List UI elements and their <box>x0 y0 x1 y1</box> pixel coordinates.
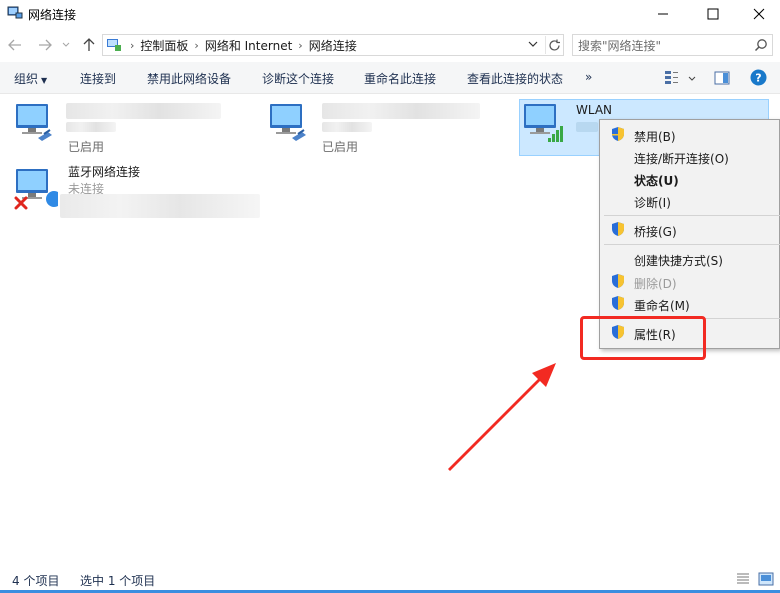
red-arrow-icon <box>448 363 556 471</box>
change-view-icon[interactable] <box>664 70 682 86</box>
network-name: 蓝牙网络连接 <box>68 165 141 179</box>
blurred-adapter-name <box>66 122 116 132</box>
connect-to-button[interactable]: 连接到 <box>80 70 116 87</box>
shield-icon <box>612 222 624 236</box>
rename-button[interactable]: 重命名此连接 <box>364 70 436 87</box>
preview-pane-icon[interactable] <box>714 71 730 85</box>
large-icons-view-icon[interactable] <box>758 572 774 586</box>
diagnose-button[interactable]: 诊断这个连接 <box>262 70 334 87</box>
up-button[interactable] <box>80 36 98 54</box>
blurred-adapter-name <box>576 122 598 132</box>
menu-item-bridge[interactable]: 桥接(G) <box>634 223 677 240</box>
help-icon[interactable]: ? <box>750 69 767 86</box>
menu-item-disable[interactable]: 禁用(B) <box>634 128 676 145</box>
view-status-button[interactable]: 查看此连接的状态 <box>467 70 563 87</box>
back-button[interactable] <box>6 36 24 54</box>
chevron-right-icon[interactable]: › <box>130 39 134 52</box>
details-view-icon[interactable] <box>736 572 750 586</box>
breadcrumb: › 控制面板 › 网络和 Internet › 网络连接 <box>124 37 357 54</box>
chevron-down-icon[interactable] <box>688 76 696 82</box>
refresh-button[interactable] <box>545 36 563 54</box>
recent-locations-button[interactable] <box>60 36 72 54</box>
menu-item-diagnose[interactable]: 诊断(I) <box>634 194 671 211</box>
chevron-down-icon <box>62 42 70 47</box>
dropdown-arrow-icon: ▼ <box>41 76 48 85</box>
close-icon <box>753 8 765 20</box>
minimize-icon <box>658 13 668 15</box>
menu-item-connect-disconnect[interactable]: 连接/断开连接(O) <box>634 150 729 167</box>
breadcrumb-network-internet[interactable]: 网络和 Internet <box>205 37 292 54</box>
disconnected-x-icon <box>14 196 28 210</box>
chevron-right-icon[interactable]: › <box>194 39 198 52</box>
forward-button[interactable] <box>36 36 54 54</box>
address-history-dropdown[interactable] <box>528 38 538 51</box>
up-arrow-icon <box>83 38 95 51</box>
blurred-adapter-name <box>322 122 372 132</box>
search-icon[interactable] <box>754 38 768 52</box>
shield-icon <box>612 296 624 310</box>
wifi-icon <box>524 104 563 142</box>
back-arrow-icon <box>8 39 21 51</box>
shield-icon <box>612 127 624 141</box>
menu-item-status[interactable]: 状态(U) <box>634 172 679 189</box>
window-title: 网络连接 <box>28 8 77 22</box>
disable-device-button[interactable]: 禁用此网络设备 <box>147 70 231 87</box>
highlight-box <box>580 316 706 360</box>
chevron-down-icon <box>528 41 538 47</box>
blurred-connection-name <box>322 103 480 119</box>
shield-icon <box>612 274 624 288</box>
close-button[interactable] <box>736 0 780 28</box>
maximize-icon <box>707 8 719 20</box>
network-status: 已启用 <box>322 140 359 154</box>
network-connections-icon <box>7 6 23 19</box>
breadcrumb-control-panel[interactable]: 控制面板 <box>140 37 188 54</box>
maximize-button[interactable] <box>690 0 736 28</box>
forward-arrow-icon <box>39 39 52 51</box>
menu-item-create-shortcut[interactable]: 创建快捷方式(S) <box>634 252 723 269</box>
item-count: 4 个项目 <box>12 574 60 588</box>
menu-separator <box>604 215 780 216</box>
control-panel-icon <box>107 39 121 51</box>
blurred-connection-name <box>66 103 221 119</box>
breadcrumb-network-connections[interactable]: 网络连接 <box>309 37 357 54</box>
organize-label: 组织 <box>14 72 39 86</box>
title-bar: 网络连接 <box>0 0 780 30</box>
ethernet-icon <box>16 104 52 141</box>
ethernet-icon <box>270 104 306 141</box>
minimize-button[interactable] <box>640 0 686 28</box>
menu-separator <box>604 244 780 245</box>
network-status: 已启用 <box>68 140 105 154</box>
chevron-right-icon[interactable]: › <box>298 39 302 52</box>
network-name: WLAN <box>576 103 613 117</box>
more-commands-button[interactable]: » <box>585 70 592 84</box>
selected-count: 选中 1 个项目 <box>80 574 156 588</box>
refresh-icon <box>549 39 560 51</box>
menu-item-rename[interactable]: 重命名(M) <box>634 297 690 314</box>
search-placeholder: 搜索"网络连接" <box>578 39 662 53</box>
blurred-adapter-name <box>60 194 260 218</box>
svg-text:?: ? <box>755 72 761 85</box>
organize-button[interactable]: 组织 ▼ <box>14 70 47 87</box>
menu-item-delete[interactable]: 删除(D) <box>634 275 677 292</box>
